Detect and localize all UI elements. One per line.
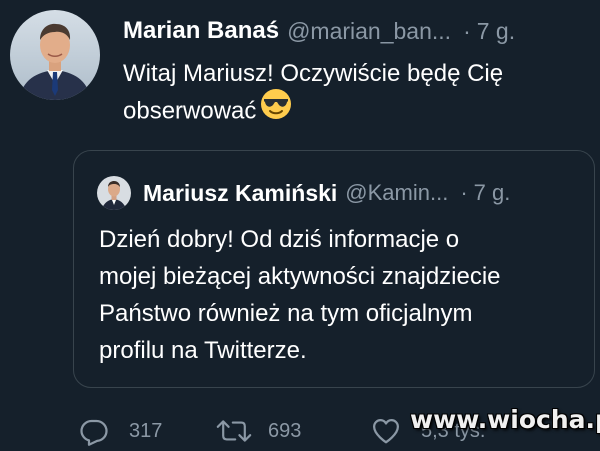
retweet-icon xyxy=(216,416,252,446)
author-avatar[interactable] xyxy=(10,10,100,100)
quoted-tweet-header: Mariusz Kamiński @Kamin... · 7 g. xyxy=(97,175,574,211)
quoted-tweet-text-line: Państwo również na tym oficjalnym xyxy=(99,300,473,327)
quoted-tweet-text-line: profilu na Twitterze. xyxy=(99,337,307,364)
retweet-button[interactable]: 693 xyxy=(216,414,301,448)
heart-icon xyxy=(371,416,401,446)
quoted-tweet-text: Dzień dobry! Od dziś informacje o mojej … xyxy=(99,221,579,369)
tweet-text-line: Witaj Mariusz! Oczywiście będę Cię xyxy=(123,60,504,87)
separator-dot: · xyxy=(463,17,471,44)
quoted-tweet-text-line: Dzień dobry! Od dziś informacje o xyxy=(99,226,460,253)
tweet-header: Marian Banaś @marian_ban... · 7 g. xyxy=(123,14,580,48)
site-watermark: www.wiocha.pl xyxy=(410,405,600,434)
quoted-tweet-card[interactable]: Mariusz Kamiński @Kamin... · 7 g. Dzień … xyxy=(73,150,595,388)
author-handle[interactable]: @marian_ban... xyxy=(287,18,451,45)
quoted-author-handle: @Kamin... xyxy=(345,180,449,205)
separator-dot: · xyxy=(460,180,468,205)
quoted-author-name: Mariusz Kamiński xyxy=(143,179,338,206)
tweet-text-line: obserwować xyxy=(123,88,583,133)
tweet-time[interactable]: 7 g. xyxy=(477,18,515,45)
quoted-tweet-time: 7 g. xyxy=(473,180,511,205)
reply-icon xyxy=(79,416,109,446)
tweet-text-line-2: obserwować xyxy=(123,97,257,125)
retweet-count: 693 xyxy=(268,419,302,442)
sunglasses-face-icon xyxy=(260,88,292,130)
reply-count: 317 xyxy=(129,419,163,442)
quoted-tweet-text-line: mojej bieżącej aktywności znajdziecie xyxy=(99,263,501,290)
tweet-text: Witaj Mariusz! Oczywiście będę Cię obser… xyxy=(123,56,583,133)
reply-button[interactable]: 317 xyxy=(79,414,162,448)
author-name[interactable]: Marian Banaś xyxy=(123,17,279,45)
quoted-author-avatar xyxy=(97,176,131,210)
